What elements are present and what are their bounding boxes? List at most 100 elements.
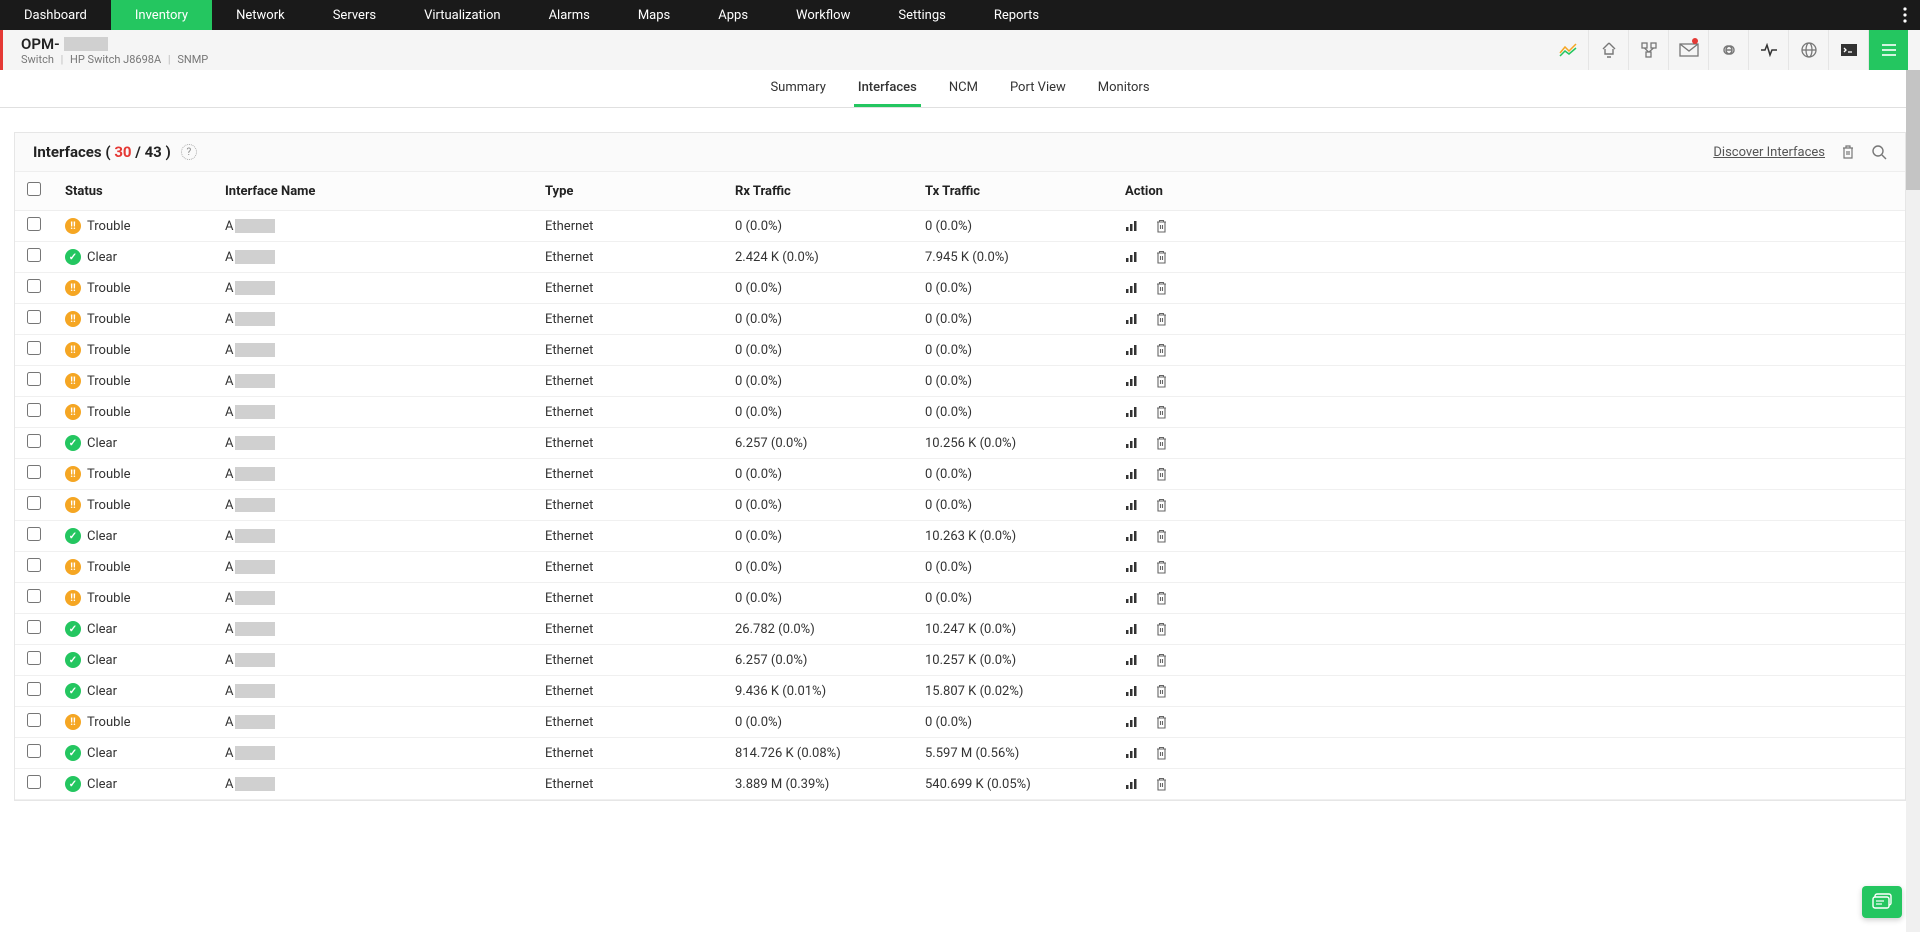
row-delete-icon[interactable] (1155, 405, 1168, 420)
nav-item-settings[interactable]: Settings (874, 0, 969, 30)
row-checkbox[interactable] (27, 496, 41, 510)
scrollbar-thumb[interactable] (1906, 70, 1920, 190)
nav-item-virtualization[interactable]: Virtualization (400, 0, 525, 30)
row-delete-icon[interactable] (1155, 591, 1168, 606)
row-delete-icon[interactable] (1155, 219, 1168, 234)
interface-name-prefix[interactable]: A (225, 529, 233, 544)
row-delete-icon[interactable] (1155, 715, 1168, 730)
row-checkbox[interactable] (27, 620, 41, 634)
row-delete-icon[interactable] (1155, 684, 1168, 699)
terminal-icon[interactable] (1828, 30, 1868, 70)
tab-interfaces[interactable]: Interfaces (854, 70, 921, 107)
help-icon[interactable]: ? (181, 144, 197, 160)
select-all-checkbox[interactable] (27, 182, 41, 196)
row-checkbox[interactable] (27, 279, 41, 293)
search-icon[interactable] (1871, 144, 1887, 160)
link-icon[interactable] (1708, 30, 1748, 70)
col-rx[interactable]: Rx Traffic (723, 172, 913, 211)
row-delete-icon[interactable] (1155, 281, 1168, 296)
mail-icon[interactable] (1668, 30, 1708, 70)
nav-item-apps[interactable]: Apps (694, 0, 772, 30)
row-chart-icon[interactable] (1125, 251, 1139, 263)
row-delete-icon[interactable] (1155, 746, 1168, 761)
interface-name-prefix[interactable]: A (225, 219, 233, 234)
row-checkbox[interactable] (27, 217, 41, 231)
row-chart-icon[interactable] (1125, 437, 1139, 449)
col-tx[interactable]: Tx Traffic (913, 172, 1113, 211)
row-chart-icon[interactable] (1125, 654, 1139, 666)
chart-icon[interactable] (1548, 30, 1588, 70)
row-delete-icon[interactable] (1155, 653, 1168, 668)
row-checkbox[interactable] (27, 744, 41, 758)
nav-item-network[interactable]: Network (212, 0, 309, 30)
nav-item-alarms[interactable]: Alarms (525, 0, 614, 30)
row-delete-icon[interactable] (1155, 777, 1168, 792)
nav-item-dashboard[interactable]: Dashboard (0, 0, 111, 30)
row-checkbox[interactable] (27, 403, 41, 417)
interface-name-prefix[interactable]: A (225, 312, 233, 327)
row-delete-icon[interactable] (1155, 560, 1168, 575)
row-chart-icon[interactable] (1125, 747, 1139, 759)
row-checkbox[interactable] (27, 341, 41, 355)
interface-name-prefix[interactable]: A (225, 715, 233, 730)
row-checkbox[interactable] (27, 527, 41, 541)
chat-fab[interactable] (1862, 886, 1902, 918)
col-type[interactable]: Type (533, 172, 723, 211)
row-chart-icon[interactable] (1125, 344, 1139, 356)
row-checkbox[interactable] (27, 713, 41, 727)
interface-name-prefix[interactable]: A (225, 281, 233, 296)
pulse-icon[interactable] (1748, 30, 1788, 70)
row-checkbox[interactable] (27, 248, 41, 262)
discover-interfaces-link[interactable]: Discover Interfaces (1713, 145, 1825, 160)
row-checkbox[interactable] (27, 682, 41, 696)
row-chart-icon[interactable] (1125, 499, 1139, 511)
interface-name-prefix[interactable]: A (225, 436, 233, 451)
row-delete-icon[interactable] (1155, 529, 1168, 544)
topology-icon[interactable] (1628, 30, 1668, 70)
row-delete-icon[interactable] (1155, 467, 1168, 482)
row-chart-icon[interactable] (1125, 282, 1139, 294)
globe-icon[interactable] (1788, 30, 1828, 70)
interface-name-prefix[interactable]: A (225, 405, 233, 420)
tab-monitors[interactable]: Monitors (1094, 70, 1154, 107)
row-delete-icon[interactable] (1155, 312, 1168, 327)
scrollbar-track[interactable] (1906, 70, 1920, 932)
kebab-menu-icon[interactable] (1890, 0, 1920, 30)
tab-ncm[interactable]: NCM (945, 70, 982, 107)
row-checkbox[interactable] (27, 465, 41, 479)
interface-name-prefix[interactable]: A (225, 374, 233, 389)
interface-name-prefix[interactable]: A (225, 467, 233, 482)
interface-name-prefix[interactable]: A (225, 498, 233, 513)
row-checkbox[interactable] (27, 775, 41, 789)
row-delete-icon[interactable] (1155, 622, 1168, 637)
row-delete-icon[interactable] (1155, 436, 1168, 451)
alert-icon[interactable] (1588, 30, 1628, 70)
nav-item-reports[interactable]: Reports (970, 0, 1063, 30)
tab-port-view[interactable]: Port View (1006, 70, 1070, 107)
row-delete-icon[interactable] (1155, 374, 1168, 389)
row-chart-icon[interactable] (1125, 406, 1139, 418)
row-chart-icon[interactable] (1125, 592, 1139, 604)
row-checkbox[interactable] (27, 372, 41, 386)
interface-name-prefix[interactable]: A (225, 343, 233, 358)
nav-item-maps[interactable]: Maps (614, 0, 694, 30)
interface-name-prefix[interactable]: A (225, 622, 233, 637)
row-checkbox[interactable] (27, 310, 41, 324)
row-checkbox[interactable] (27, 589, 41, 603)
row-chart-icon[interactable] (1125, 685, 1139, 697)
nav-item-inventory[interactable]: Inventory (111, 0, 212, 30)
delete-all-icon[interactable] (1841, 144, 1855, 160)
row-chart-icon[interactable] (1125, 778, 1139, 790)
row-checkbox[interactable] (27, 558, 41, 572)
row-chart-icon[interactable] (1125, 716, 1139, 728)
row-chart-icon[interactable] (1125, 313, 1139, 325)
interface-name-prefix[interactable]: A (225, 250, 233, 265)
row-chart-icon[interactable] (1125, 375, 1139, 387)
hamburger-menu-icon[interactable] (1868, 30, 1908, 70)
row-chart-icon[interactable] (1125, 468, 1139, 480)
row-delete-icon[interactable] (1155, 498, 1168, 513)
interface-name-prefix[interactable]: A (225, 746, 233, 761)
row-chart-icon[interactable] (1125, 530, 1139, 542)
tab-summary[interactable]: Summary (766, 70, 829, 107)
nav-item-workflow[interactable]: Workflow (772, 0, 874, 30)
